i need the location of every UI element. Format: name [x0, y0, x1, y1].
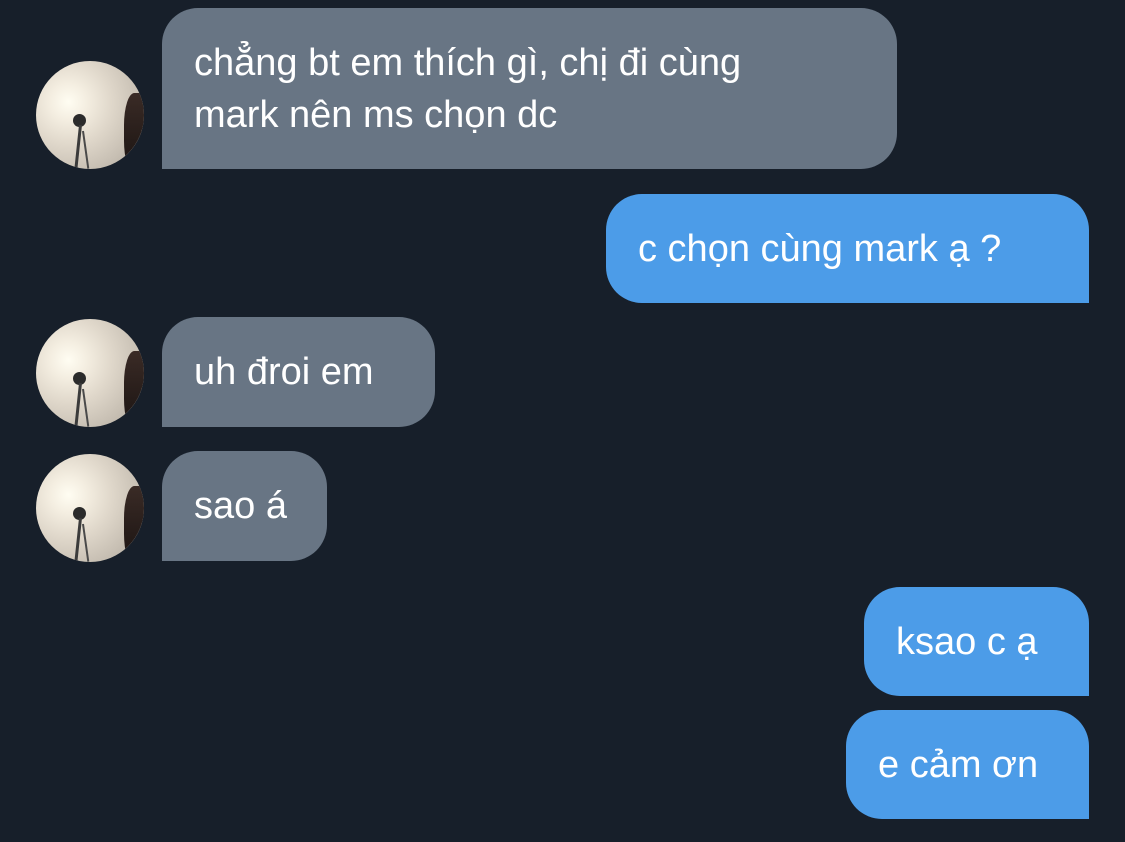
- avatar-hair: [124, 351, 144, 427]
- message-bubble-incoming[interactable]: sao á: [162, 451, 327, 561]
- message-text: chẳng bt em thích gì, chị đi cùng mark n…: [194, 41, 742, 136]
- lamp-stand-leg: [82, 130, 90, 169]
- message-text: c chọn cùng mark ạ ?: [638, 227, 1002, 270]
- lamp-stand: [74, 124, 82, 169]
- contact-avatar[interactable]: [36, 319, 144, 427]
- lamp-stand-leg: [82, 523, 90, 562]
- avatar-hair: [124, 486, 144, 562]
- message-bubble-incoming[interactable]: chẳng bt em thích gì, chị đi cùng mark n…: [162, 8, 897, 169]
- chat-thread: chẳng bt em thích gì, chị đi cùng mark n…: [0, 0, 1125, 842]
- avatar-hair: [124, 93, 144, 169]
- message-bubble-outgoing[interactable]: e cảm ơn: [846, 710, 1089, 819]
- lamp-stand: [74, 517, 82, 562]
- lamp-stand-leg: [82, 388, 90, 427]
- message-bubble-incoming[interactable]: uh đroi em: [162, 317, 435, 427]
- message-text: e cảm ơn: [878, 743, 1039, 786]
- contact-avatar[interactable]: [36, 454, 144, 562]
- message-bubble-outgoing[interactable]: c chọn cùng mark ạ ?: [606, 194, 1089, 303]
- message-text: sao á: [194, 485, 287, 527]
- lamp-stand: [74, 382, 82, 427]
- contact-avatar[interactable]: [36, 61, 144, 169]
- message-text: ksao c ạ: [896, 620, 1038, 663]
- message-text: uh đroi em: [194, 351, 374, 393]
- message-bubble-outgoing[interactable]: ksao c ạ: [864, 587, 1089, 696]
